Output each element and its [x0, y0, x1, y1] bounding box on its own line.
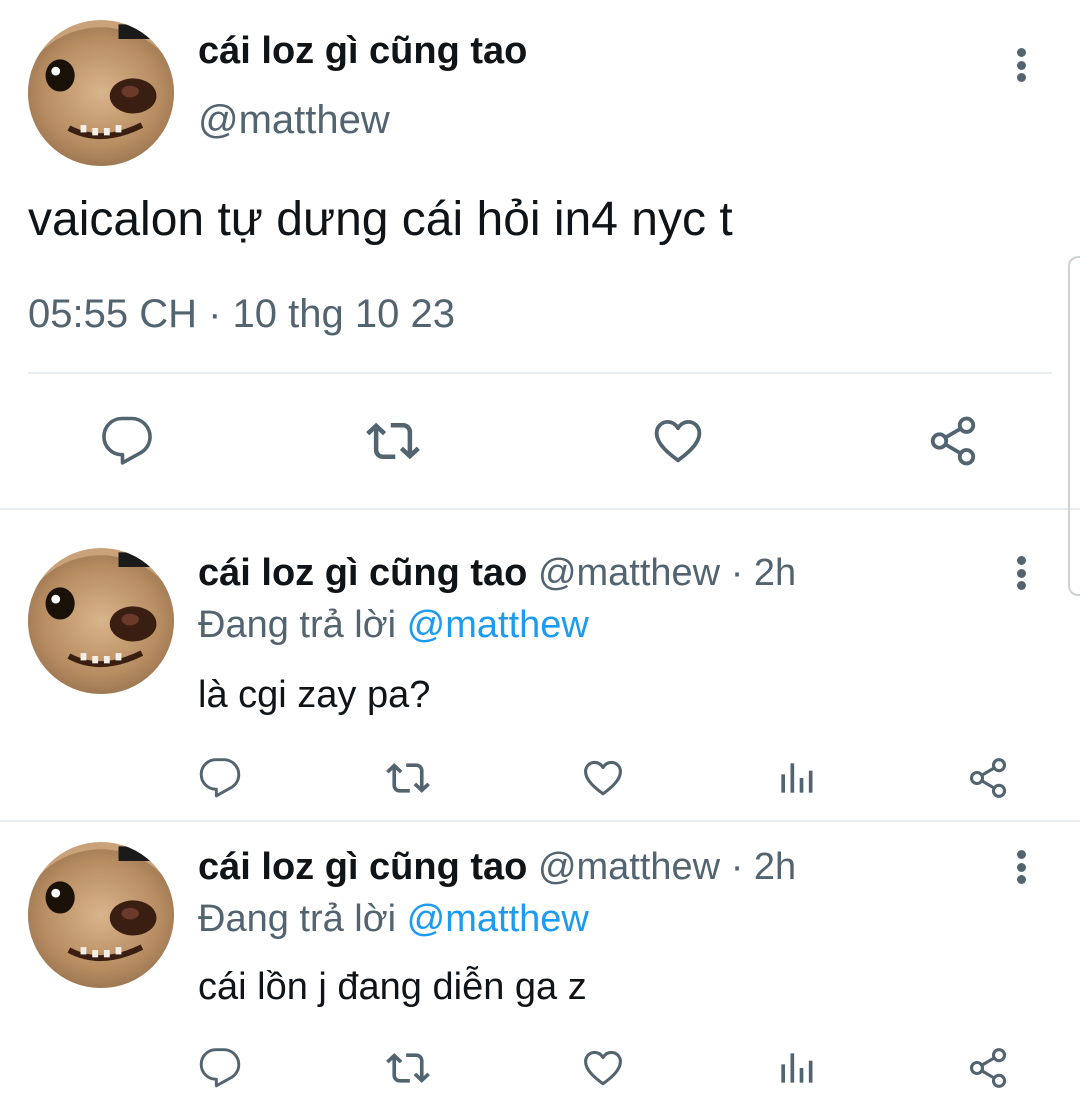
share-icon[interactable] [926, 414, 980, 468]
stats-icon[interactable] [774, 756, 818, 800]
replying-to-link[interactable]: @matthew [407, 898, 589, 940]
reply-header: cái loz gì cũng tao @matthew · 2h [198, 846, 796, 889]
more-options-icon[interactable] [1016, 556, 1026, 590]
reply-icon[interactable] [198, 1046, 242, 1090]
divider [0, 820, 1080, 822]
tweet-timestamp[interactable]: 05:55 CH · 10 thg 10 23 [28, 292, 455, 337]
display-name[interactable]: cái loz gì cũng tao [198, 846, 527, 888]
scrollbar[interactable] [1068, 256, 1080, 596]
retweet-icon[interactable] [386, 756, 430, 800]
display-name[interactable]: cái loz gì cũng tao [198, 30, 527, 73]
stats-icon[interactable] [774, 1046, 818, 1090]
share-icon[interactable] [966, 756, 1010, 800]
reply-icon[interactable] [198, 756, 242, 800]
more-options-icon[interactable] [1016, 850, 1026, 884]
divider [0, 508, 1080, 510]
reply-time: · 2h [730, 846, 797, 888]
retweet-icon[interactable] [386, 1046, 430, 1090]
reply-text: cái lồn j đang diễn ga z [198, 966, 587, 1008]
reply-time: · 2h [730, 552, 797, 594]
like-icon[interactable] [580, 1046, 626, 1090]
avatar[interactable] [28, 842, 174, 988]
reply-text: là cgi zay pa? [198, 674, 431, 716]
avatar[interactable] [28, 548, 174, 694]
user-handle[interactable]: @matthew [538, 846, 720, 888]
replying-to: Đang trả lời @matthew [198, 898, 589, 941]
more-options-icon[interactable] [1016, 48, 1026, 82]
tweet-text: vaicalon tự dưng cái hỏi in4 nyc t [28, 193, 733, 246]
share-icon[interactable] [966, 1046, 1010, 1090]
like-icon[interactable] [650, 414, 706, 468]
avatar[interactable] [28, 20, 174, 166]
replying-to: Đang trả lời @matthew [198, 604, 589, 647]
display-name[interactable]: cái loz gì cũng tao [198, 552, 527, 594]
like-icon[interactable] [580, 756, 626, 800]
retweet-icon[interactable] [366, 414, 420, 468]
divider [28, 372, 1052, 374]
user-handle[interactable]: @matthew [198, 98, 390, 143]
replying-to-link[interactable]: @matthew [407, 604, 589, 646]
replying-label: Đang trả lời [198, 898, 397, 940]
user-handle[interactable]: @matthew [538, 552, 720, 594]
replying-label: Đang trả lời [198, 604, 397, 646]
reply-icon[interactable] [100, 414, 154, 468]
reply-header: cái loz gì cũng tao @matthew · 2h [198, 552, 796, 595]
